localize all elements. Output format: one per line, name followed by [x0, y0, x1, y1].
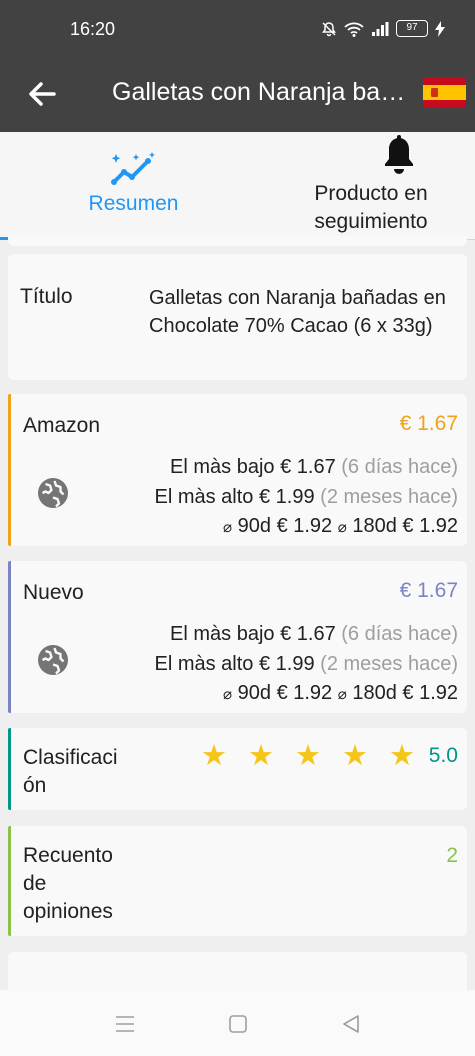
tab-seguimiento-label: Producto en seguimiento	[314, 182, 428, 233]
nuevo-highest-price: € 1.99	[258, 653, 315, 675]
amazon-highest-label: El màs alto	[154, 486, 254, 508]
battery-icon: 97	[396, 20, 428, 37]
spain-flag-icon[interactable]	[423, 77, 466, 108]
nuevo-lowest-label: El màs bajo	[170, 623, 275, 645]
amazon-label: Amazon	[23, 414, 101, 437]
star-icon: ★	[342, 740, 368, 772]
nuevo-avg180-price: € 1.92	[402, 682, 458, 704]
nuevo-highest-label: El màs alto	[154, 653, 254, 675]
back-triangle-icon[interactable]	[339, 1012, 363, 1036]
status-icons: 97	[321, 20, 445, 37]
globe-icon[interactable]	[35, 642, 71, 678]
tab-producto-en-seguimiento[interactable]: Producto en seguimiento	[267, 132, 475, 240]
nuevo-highest-when: (2 meses hace)	[320, 653, 458, 675]
star-icon: ★	[389, 740, 415, 772]
next-card-partial	[8, 952, 467, 992]
amazon-avg90-label: 90d	[237, 515, 271, 537]
rating-label: Clasificaci ón	[23, 746, 118, 797]
amazon-highest-price: € 1.99	[258, 486, 315, 508]
amazon-average-row: ⌀ 90d € 1.92 ⌀ 180d € 1.92	[223, 515, 458, 538]
average-symbol: ⌀	[337, 686, 347, 703]
globe-icon[interactable]	[35, 475, 71, 511]
title-label: Título	[20, 285, 73, 308]
star-icon: ★	[201, 740, 227, 772]
average-symbol: ⌀	[337, 519, 347, 536]
nuevo-highest-row: El màs alto € 1.99 (2 meses hace)	[154, 653, 458, 676]
review-count-card: Recuento de opiniones 2	[8, 826, 467, 936]
nuevo-avg90-price: € 1.92	[276, 682, 333, 704]
amazon-price-card[interactable]: Amazon € 1.67 El màs bajo € 1.67 (6 días…	[8, 394, 467, 546]
charging-bolt-icon	[435, 20, 445, 37]
product-title: Galletas con Naranja bañadas en Chocolat…	[149, 287, 446, 337]
rating-card: Clasificaci ón ★ ★ ★ ★ ★ 5.0	[8, 728, 467, 810]
average-symbol: ⌀	[223, 686, 233, 703]
nuevo-label: Nuevo	[23, 581, 84, 604]
amazon-avg90-price: € 1.92	[276, 515, 333, 537]
nuevo-price-card[interactable]: Nuevo € 1.67 El màs bajo € 1.67 (6 días …	[8, 561, 467, 713]
page-title: Galletas con Naranja bañadas en Chocolat…	[112, 78, 408, 106]
rating-stars: ★ ★ ★ ★ ★	[201, 740, 415, 772]
trend-sparkle-icon	[111, 152, 155, 185]
menu-lines-icon[interactable]	[113, 1012, 137, 1036]
rating-value: 5.0	[428, 744, 458, 767]
status-time: 16:20	[70, 19, 116, 39]
mute-bell-icon	[322, 21, 336, 36]
tab-bar: Resumen Producto en seguimiento	[0, 132, 475, 240]
amazon-lowest-price: € 1.67	[280, 456, 336, 478]
amazon-lowest-row: El màs bajo € 1.67 (6 días hace)	[170, 456, 458, 479]
signal-icon	[372, 21, 389, 36]
nuevo-average-row: ⌀ 90d € 1.92 ⌀ 180d € 1.92	[223, 682, 458, 705]
star-icon: ★	[295, 740, 321, 772]
nuevo-current-price: € 1.67	[399, 579, 458, 602]
nuevo-lowest-price: € 1.67	[280, 623, 336, 645]
wifi-icon	[344, 22, 364, 37]
back-arrow-icon[interactable]	[24, 76, 60, 112]
nuevo-lowest-row: El màs bajo € 1.67 (6 días hace)	[170, 623, 458, 646]
amazon-highest-when: (2 meses hace)	[320, 486, 458, 508]
amazon-current-price: € 1.67	[399, 412, 458, 435]
scrolled-card-edge	[8, 236, 467, 246]
review-count-label: Recuento de opiniones	[23, 844, 113, 923]
title-card: Título Galletas con Naranja bañadas en C…	[8, 254, 467, 380]
battery-level: 97	[406, 22, 418, 33]
review-count-value: 2	[446, 844, 458, 867]
home-square-icon[interactable]	[226, 1012, 250, 1036]
nuevo-avg180-label: 180d	[352, 682, 397, 704]
bell-icon	[385, 135, 413, 174]
system-navigation-bar	[0, 990, 475, 1056]
status-bar: 16:20 97	[0, 0, 475, 62]
amazon-highest-row: El màs alto € 1.99 (2 meses hace)	[154, 486, 458, 509]
tab-resumen[interactable]: Resumen	[0, 132, 267, 240]
amazon-avg180-label: 180d	[352, 515, 397, 537]
star-icon: ★	[248, 740, 274, 772]
nuevo-lowest-when: (6 días hace)	[341, 623, 458, 645]
amazon-lowest-when: (6 días hace)	[341, 456, 458, 478]
nuevo-avg90-label: 90d	[237, 682, 271, 704]
amazon-avg180-price: € 1.92	[402, 515, 458, 537]
amazon-lowest-label: El màs bajo	[170, 456, 275, 478]
tab-resumen-label: Resumen	[88, 192, 179, 215]
app-bar: Galletas con Naranja bañadas en Chocolat…	[0, 62, 475, 132]
average-symbol: ⌀	[223, 519, 233, 536]
